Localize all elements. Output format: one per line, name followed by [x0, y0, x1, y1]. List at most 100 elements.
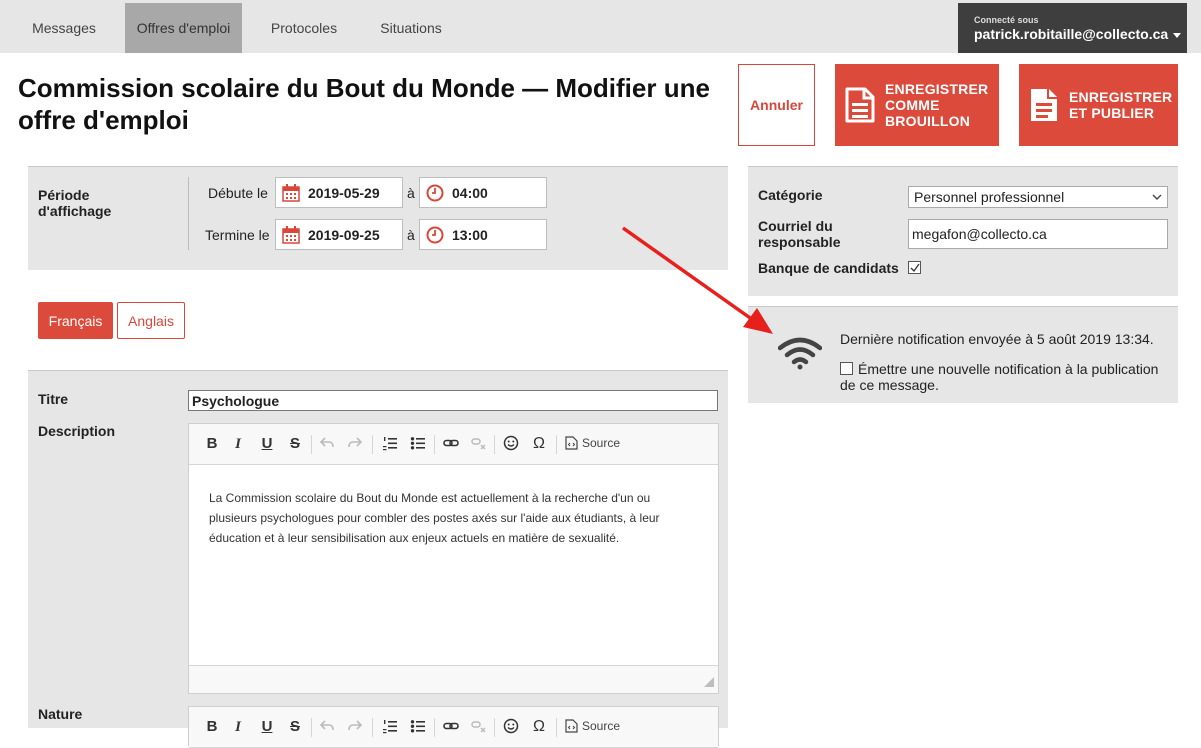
divider	[188, 177, 189, 250]
unlink-icon	[471, 721, 486, 733]
numbered-list-icon	[383, 720, 397, 734]
start-date-input[interactable]: 2019-05-29	[275, 177, 403, 208]
candidate-bank-checkbox[interactable]	[908, 261, 921, 274]
strikethrough-button[interactable]: S	[286, 435, 304, 453]
unlink-icon	[471, 438, 486, 450]
undo-button[interactable]	[318, 435, 336, 453]
link-icon	[443, 439, 459, 447]
last-notification-text: Dernière notification envoyée à 5 août 2…	[840, 331, 1154, 347]
end-label: Termine le	[205, 227, 270, 243]
save-publish-label: ENREGISTRER ET PUBLIER	[1069, 89, 1173, 121]
category-select[interactable]: Personnel professionnel	[908, 186, 1168, 208]
check-icon	[910, 263, 920, 273]
title-label: Titre	[38, 391, 69, 407]
start-time-input[interactable]: 04:00	[419, 177, 547, 208]
calendar-icon	[282, 183, 300, 202]
bullet-list-button[interactable]	[409, 718, 427, 736]
wifi-icon	[778, 337, 822, 370]
user-email: patrick.robitaille@collecto.ca	[974, 26, 1187, 42]
period-label: Période d'affichage	[38, 187, 112, 219]
redo-button[interactable]	[346, 718, 364, 736]
nav-tab-protocols[interactable]: Protocoles	[258, 3, 350, 53]
undo-button[interactable]	[318, 718, 336, 736]
emit-notification-label: Émettre une nouvelle notification à la p…	[840, 361, 1159, 393]
undo-icon	[319, 720, 334, 731]
link-button[interactable]	[442, 718, 460, 736]
caret-down-icon	[1173, 32, 1182, 38]
emoji-button[interactable]	[502, 435, 520, 453]
undo-icon	[319, 437, 334, 448]
nav-tab-job-offers[interactable]: Offres d'emploi	[125, 3, 242, 53]
toolbar-separator	[556, 435, 557, 454]
end-time-input[interactable]: 13:00	[419, 219, 547, 250]
toolbar-separator	[372, 435, 373, 454]
document-icon	[845, 87, 875, 123]
document-icon	[1031, 89, 1057, 121]
numbered-list-button[interactable]	[381, 718, 399, 736]
nature-label: Nature	[38, 706, 83, 722]
cancel-button-label: Annuler	[750, 97, 803, 113]
special-char-button[interactable]: Ω	[530, 718, 548, 736]
title-input[interactable]: Psychologue	[188, 390, 718, 411]
toolbar-separator	[494, 435, 495, 454]
link-button[interactable]	[442, 435, 460, 453]
annotation-arrow-icon	[621, 226, 773, 334]
source-button[interactable]: Source	[565, 719, 620, 733]
cancel-button[interactable]: Annuler	[738, 64, 815, 146]
chevron-down-icon	[1152, 194, 1162, 200]
nav-tab-situations[interactable]: Situations	[366, 3, 456, 53]
tab-english[interactable]: Anglais	[117, 302, 185, 339]
smiley-icon	[503, 718, 519, 734]
smiley-icon	[503, 435, 519, 451]
at-label: à	[407, 227, 415, 243]
bold-button[interactable]: B	[203, 718, 221, 736]
description-text[interactable]: La Commission scolaire du Bout du Monde …	[209, 488, 699, 548]
redo-button[interactable]	[346, 435, 364, 453]
toolbar-separator	[311, 435, 312, 454]
source-button[interactable]: Source	[565, 436, 620, 450]
save-publish-button[interactable]: ENREGISTRER ET PUBLIER	[1019, 64, 1178, 146]
at-label: à	[407, 185, 415, 201]
special-char-button[interactable]: Ω	[530, 435, 548, 453]
save-draft-label: ENREGISTRER COMME BROUILLON	[885, 81, 989, 129]
start-label: Débute le	[208, 185, 268, 201]
source-icon	[565, 436, 578, 450]
italic-button[interactable]: I	[229, 718, 247, 736]
editor-toolbar: B I U S Ω Source	[189, 424, 718, 465]
page-title: Commission scolaire du Bout du Monde — M…	[18, 73, 710, 135]
clock-icon	[426, 226, 444, 244]
nature-editor: B I U S Ω Source	[188, 706, 719, 748]
user-caption: Connecté sous	[974, 15, 1039, 25]
resize-grip-icon[interactable]	[704, 677, 714, 687]
bold-button[interactable]: B	[203, 435, 221, 453]
numbered-list-icon	[383, 437, 397, 451]
strikethrough-button[interactable]: S	[286, 718, 304, 736]
toolbar-separator	[434, 435, 435, 454]
unlink-button[interactable]	[470, 435, 488, 453]
numbered-list-button[interactable]	[381, 435, 399, 453]
bullet-list-icon	[410, 437, 425, 450]
user-menu[interactable]: Connecté sous patrick.robitaille@collect…	[958, 3, 1187, 53]
italic-button[interactable]: I	[229, 435, 247, 453]
link-icon	[443, 722, 459, 730]
email-input[interactable]: megafon@collecto.ca	[908, 219, 1168, 249]
end-date-input[interactable]: 2019-09-25	[275, 219, 403, 250]
underline-button[interactable]: U	[258, 435, 276, 453]
nav-tab-messages[interactable]: Messages	[18, 3, 110, 53]
top-nav: Messages Offres d'emploi Protocoles Situ…	[0, 0, 1201, 53]
candidate-bank-label: Banque de candidats	[758, 260, 899, 276]
description-editor: B I U S Ω Source La Commission scolaire …	[188, 423, 719, 694]
underline-button[interactable]: U	[258, 718, 276, 736]
save-draft-button[interactable]: ENREGISTRER COMME BROUILLON	[835, 64, 999, 146]
redo-icon	[348, 437, 363, 448]
source-icon	[565, 719, 578, 733]
emoji-button[interactable]	[502, 718, 520, 736]
bullet-list-button[interactable]	[409, 435, 427, 453]
calendar-icon	[282, 225, 300, 244]
redo-icon	[348, 720, 363, 731]
unlink-button[interactable]	[470, 718, 488, 736]
tab-french[interactable]: Français	[38, 302, 113, 339]
clock-icon	[426, 184, 444, 202]
description-label: Description	[38, 423, 116, 439]
category-label: Catégorie	[758, 187, 823, 203]
